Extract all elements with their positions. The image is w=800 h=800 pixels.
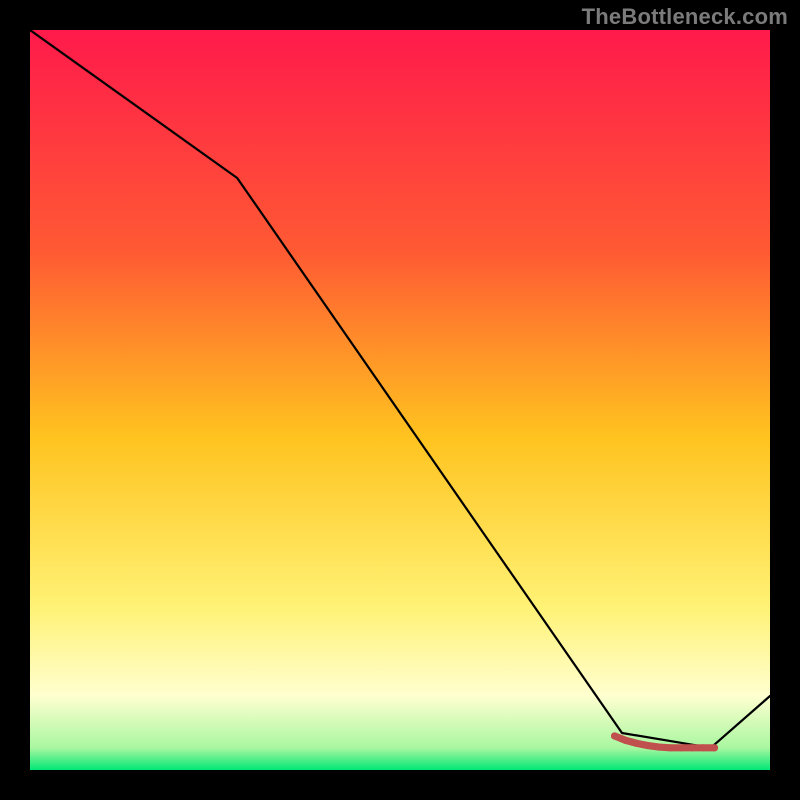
watermark-text: TheBottleneck.com	[582, 4, 788, 30]
sweet-spot-marker-dot	[622, 737, 629, 744]
chart-svg	[30, 30, 770, 770]
sweet-spot-marker-dot	[689, 744, 696, 751]
sweet-spot-marker-dot	[700, 744, 707, 751]
gradient-background	[30, 30, 770, 770]
sweet-spot-marker-dot	[633, 740, 640, 747]
sweet-spot-marker-dot	[678, 744, 685, 751]
sweet-spot-marker-dot	[611, 732, 618, 739]
sweet-spot-marker-dot	[711, 744, 718, 751]
chart-frame: TheBottleneck.com	[0, 0, 800, 800]
sweet-spot-marker-dot	[655, 743, 662, 750]
sweet-spot-marker-dot	[644, 742, 651, 749]
sweet-spot-marker-dot	[667, 744, 674, 751]
chart-plot-area	[30, 30, 770, 770]
